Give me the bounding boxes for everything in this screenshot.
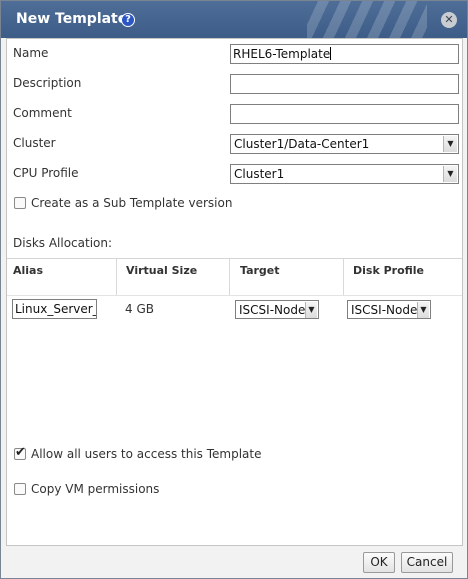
name-input[interactable]: RHEL6-Template [230, 44, 459, 64]
sub-template-label: Create as a Sub Template version [31, 196, 233, 210]
comment-label: Comment [13, 106, 72, 120]
chevron-down-icon[interactable]: ▼ [443, 166, 457, 182]
header-divider [7, 295, 462, 296]
chevron-down-icon[interactable]: ▼ [443, 136, 457, 152]
copy-vm-permissions-label: Copy VM permissions [31, 482, 160, 496]
column-header-target[interactable]: Target [234, 259, 344, 295]
cpu-profile-select[interactable]: Cluster1 ▼ [230, 164, 459, 184]
comment-input[interactable] [230, 104, 459, 124]
description-input[interactable] [230, 74, 459, 94]
dialog-titlebar: New Template ? ✕ [1, 1, 467, 38]
cpu-profile-label: CPU Profile [13, 166, 79, 180]
allow-all-users-label: Allow all users to access this Template [31, 447, 262, 461]
description-label: Description [13, 76, 82, 90]
disk-profile-select-value: ISCSI-Node [351, 303, 418, 317]
help-icon[interactable]: ? [121, 13, 135, 27]
disks-table: Alias Virtual Size Target Disk Profile L… [7, 258, 462, 439]
cancel-button[interactable]: Cancel [401, 552, 453, 573]
new-template-dialog: New Template ? ✕ Name RHEL6-Template Des… [0, 0, 468, 579]
cluster-select-value: Cluster1/Data-Center1 [234, 137, 370, 151]
disks-allocation-label: Disks Allocation: [13, 236, 113, 250]
close-icon[interactable]: ✕ [441, 12, 457, 28]
name-label: Name [13, 46, 49, 60]
cluster-label: Cluster [13, 136, 56, 150]
disk-profile-select[interactable]: ISCSI-Node ▼ [347, 300, 431, 319]
column-header-virtual-size[interactable]: Virtual Size [120, 259, 230, 295]
cluster-select[interactable]: Cluster1/Data-Center1 ▼ [230, 134, 459, 154]
copy-vm-permissions-checkbox[interactable] [14, 483, 26, 495]
alias-input[interactable]: Linux_Server_ [12, 299, 97, 319]
column-header-alias[interactable]: Alias [7, 259, 117, 295]
cpu-profile-select-value: Cluster1 [234, 167, 285, 181]
chevron-down-icon[interactable]: ▼ [305, 302, 317, 318]
chevron-down-icon[interactable]: ▼ [417, 302, 429, 318]
sub-template-checkbox[interactable] [14, 197, 26, 209]
target-select-value: ISCSI-Node [239, 303, 306, 317]
target-select[interactable]: ISCSI-Node ▼ [235, 300, 319, 319]
column-header-disk-profile[interactable]: Disk Profile [347, 259, 462, 295]
name-input-value: RHEL6-Template [233, 47, 331, 61]
dialog-body: Name RHEL6-Template Description Comment … [6, 38, 463, 546]
virtual-size-value: 4 GB [125, 302, 154, 316]
titlebar-decoration [307, 1, 427, 38]
dialog-title: New Template [16, 11, 128, 27]
ok-button[interactable]: OK [363, 552, 395, 573]
text-cursor [330, 47, 332, 60]
allow-all-users-checkbox[interactable] [14, 445, 26, 460]
